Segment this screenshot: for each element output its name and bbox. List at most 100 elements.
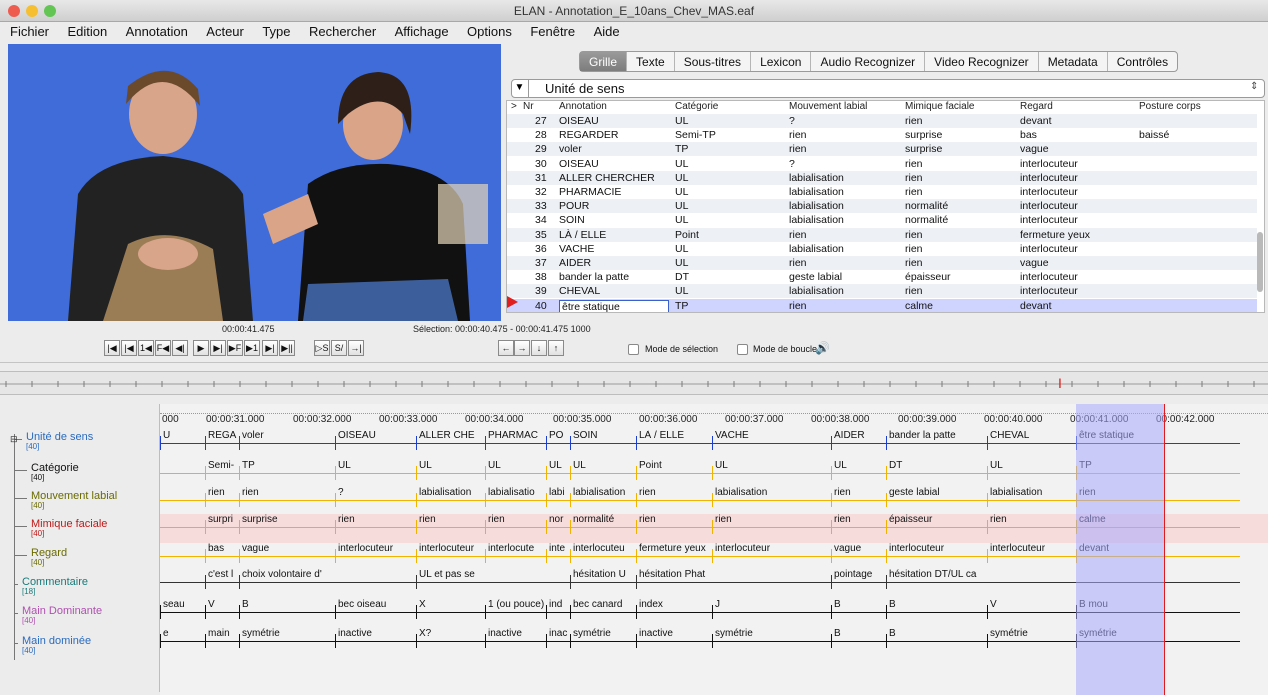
annotation[interactable]: normalité xyxy=(573,514,634,525)
annotation[interactable]: UL xyxy=(834,460,884,471)
annotation[interactable]: symétrie xyxy=(242,628,333,639)
annotation[interactable]: B xyxy=(834,599,884,610)
frame-back-icon[interactable]: F◀ xyxy=(155,340,171,356)
annotation[interactable]: labialisatio xyxy=(488,487,544,498)
grid-row[interactable]: 30 OISEAU UL? rien interlocuteur xyxy=(507,157,1257,171)
annotation[interactable]: rien xyxy=(715,514,829,525)
grid-col-header[interactable]: Annotation xyxy=(559,101,607,113)
annotation[interactable]: pointage xyxy=(834,569,884,580)
grid-row[interactable]: 36 VACHE UL labialisation rien interlocuteur xyxy=(507,242,1257,256)
grid-row[interactable]: 27 OISEAU UL? rien devant xyxy=(507,114,1257,128)
play-selection-button-icon[interactable]: ▷S xyxy=(314,340,330,356)
annotation[interactable]: 1 (ou pouce) xyxy=(488,599,544,610)
menu-type[interactable]: Type xyxy=(262,22,290,39)
annotation[interactable]: e xyxy=(163,628,203,639)
left-arrow-icon[interactable]: ← xyxy=(498,340,514,356)
annotation[interactable]: UL xyxy=(338,460,414,471)
annotation[interactable]: rien xyxy=(419,514,483,525)
grid-col-header[interactable]: Mimique faciale xyxy=(905,101,974,113)
grid-col-header[interactable]: Posture corps xyxy=(1139,101,1201,113)
grid-row[interactable]: 31 ALLER CHERCHER UL labialisation rien inter… xyxy=(507,170,1257,185)
annotation[interactable]: TP xyxy=(242,460,333,471)
skip-start-icon[interactable]: |◀ xyxy=(104,340,120,356)
annotation[interactable]: X? xyxy=(419,628,483,639)
annotation[interactable]: VACHE xyxy=(715,430,829,441)
mode-selection-checkbox[interactable] xyxy=(628,344,639,355)
grid-col-header[interactable]: Mouvement labial xyxy=(789,101,867,113)
grid-row[interactable]: 37 AIDER UL rien rien vague xyxy=(507,256,1257,270)
annotation[interactable]: fermeture yeux xyxy=(639,543,710,554)
annotation[interactable]: interlocuteu xyxy=(573,543,634,554)
tab-metadata[interactable]: Metadata xyxy=(1039,52,1108,71)
annotation[interactable]: surprise xyxy=(242,514,333,525)
clear-selection-icon[interactable]: S/ xyxy=(331,340,347,356)
annotation[interactable]: bec oiseau xyxy=(338,599,414,610)
up-arrow-icon[interactable]: ↑ xyxy=(548,340,564,356)
mode-boucle-checkbox[interactable] xyxy=(737,344,748,355)
annotation[interactable]: X xyxy=(419,599,483,610)
annotation[interactable]: J xyxy=(715,599,829,610)
menu-affichage[interactable]: Affichage xyxy=(395,22,449,39)
prev-annotation-icon[interactable]: ◀| xyxy=(172,340,188,356)
annotation[interactable]: U xyxy=(163,430,203,441)
annotation[interactable]: nor xyxy=(549,514,568,525)
annotation[interactable]: inactive xyxy=(338,628,414,639)
annotation[interactable]: ind xyxy=(549,599,568,610)
annotation[interactable]: choix volontaire d' xyxy=(242,569,414,580)
annotation[interactable]: hésitation U xyxy=(573,569,634,580)
annotation[interactable]: symétrie xyxy=(715,628,829,639)
step-fwd-icon[interactable]: ▶| xyxy=(262,340,278,356)
annotation[interactable]: c'est l xyxy=(208,569,237,580)
down-arrow-icon[interactable]: ↓ xyxy=(531,340,547,356)
grid-row[interactable]: 39 CHEVAL UL labialisation rien interlocuteur xyxy=(507,284,1257,299)
grid-row[interactable]: 38 bander la patte DT geste labial épaisseur… xyxy=(507,270,1257,284)
annotation[interactable]: B xyxy=(889,599,985,610)
annotation[interactable]: interlocuteur xyxy=(990,543,1074,554)
annotation[interactable]: hésitation DT/UL ca xyxy=(889,569,1238,580)
tab-controles[interactable]: Contrôles xyxy=(1108,52,1177,71)
grid-scrollbar[interactable] xyxy=(1256,112,1264,312)
annotation[interactable]: vague xyxy=(834,543,884,554)
annotation[interactable]: PO xyxy=(549,430,568,441)
annotation[interactable]: rien xyxy=(208,487,237,498)
grid-row[interactable]: 33 POUR UL labialisation normalité interlocut… xyxy=(507,199,1257,214)
tier-name[interactable]: Mimique faciale [40] xyxy=(14,518,107,538)
annotation[interactable]: interlocuteur xyxy=(419,543,483,554)
menu-fichier[interactable]: Fichier xyxy=(10,22,49,39)
annotation[interactable]: ? xyxy=(338,487,414,498)
annotation[interactable]: UL xyxy=(488,460,544,471)
tier-name[interactable]: Unité de sens [40] xyxy=(14,431,93,451)
panel-divider[interactable] xyxy=(0,362,1268,363)
annotation[interactable]: UL xyxy=(715,460,829,471)
annotation[interactable]: bec canard xyxy=(573,599,634,610)
prev-step-icon[interactable]: 1◀ xyxy=(138,340,154,356)
play-selection-icon[interactable]: ▶| xyxy=(210,340,226,356)
grid-row[interactable]: 40 être statique TP rien calme devant xyxy=(507,298,1257,312)
grid-scroll-thumb[interactable] xyxy=(1257,232,1263,292)
annotation[interactable]: labialisation xyxy=(419,487,483,498)
annotation[interactable]: OISEAU xyxy=(338,430,414,441)
annotation[interactable]: CHEVAL xyxy=(990,430,1074,441)
grid-row[interactable]: 32 PHARMACIE UL labialisation rien interlocut… xyxy=(507,185,1257,199)
annotation[interactable]: index xyxy=(639,599,710,610)
annotation[interactable]: LÀ / ELLE xyxy=(639,430,710,441)
annotation[interactable]: labialisation xyxy=(715,487,829,498)
menu-edition[interactable]: Edition xyxy=(67,22,107,39)
annotation[interactable]: symétrie xyxy=(990,628,1074,639)
annotation[interactable]: rien xyxy=(639,514,710,525)
annotation[interactable]: rien xyxy=(990,514,1074,525)
annotation[interactable]: interlocuteur xyxy=(715,543,829,554)
tab-audio-recognizer[interactable]: Audio Recognizer xyxy=(811,52,926,71)
grid-col-header[interactable]: Catégorie xyxy=(675,101,718,113)
annotation[interactable]: voler xyxy=(242,430,333,441)
menu-fenetre[interactable]: Fenêtre xyxy=(530,22,575,39)
skip-end-icon[interactable]: ▶|| xyxy=(279,340,295,356)
annotation[interactable]: DT xyxy=(889,460,985,471)
menu-rechercher[interactable]: Rechercher xyxy=(309,22,376,39)
annotation[interactable]: inac xyxy=(549,628,568,639)
grid-col-header[interactable]: > xyxy=(511,101,517,113)
annotation[interactable]: labialisation xyxy=(990,487,1074,498)
annotation[interactable]: UL xyxy=(549,460,568,471)
tier-name[interactable]: Main dominée [40] xyxy=(14,635,91,655)
grid-row[interactable]: 35 LÀ / ELLE Point rien rien fermeture yeux xyxy=(507,227,1257,242)
